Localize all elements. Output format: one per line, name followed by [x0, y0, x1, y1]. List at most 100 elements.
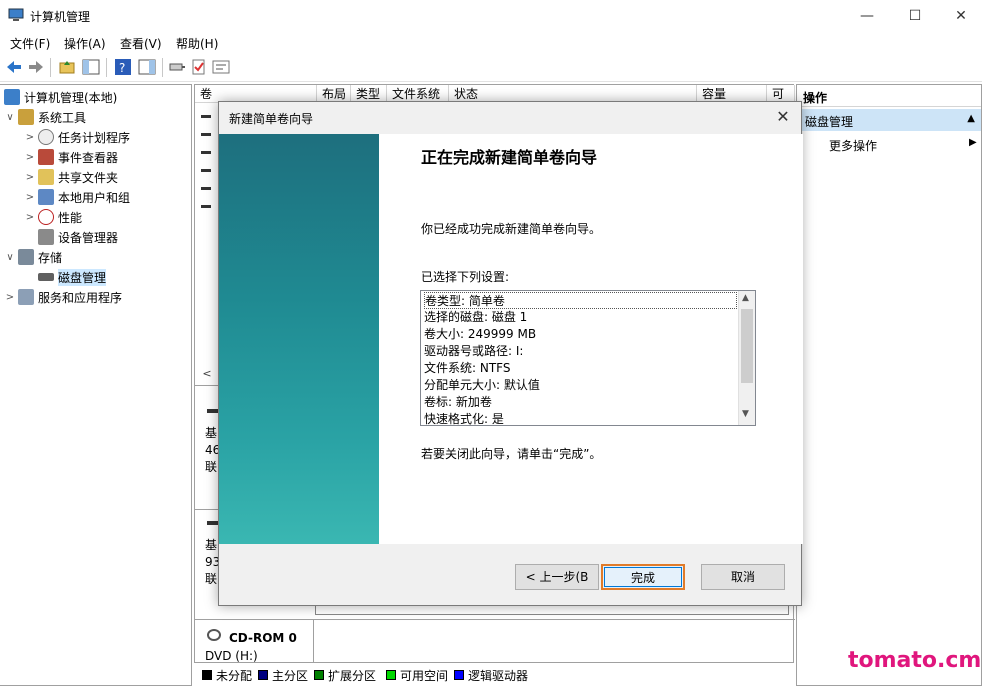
settings-scrollbar[interactable]: ▲ ▼: [738, 291, 755, 425]
chevron-right-icon[interactable]: ▶: [969, 137, 977, 148]
maximize-button[interactable]: ☐: [892, 0, 938, 31]
window-title: 计算机管理: [30, 10, 91, 24]
cancel-button[interactable]: 取消: [701, 564, 785, 590]
chevron-right-icon[interactable]: >: [24, 172, 36, 183]
connect-icon[interactable]: [168, 58, 186, 76]
cdrom-name: CD-ROM 0: [229, 631, 297, 645]
volume-row[interactable]: [201, 151, 211, 154]
settings-item: 卷标: 新加卷: [424, 395, 492, 409]
chevron-right-icon[interactable]: >: [4, 292, 16, 303]
legend-swatch-logical: [454, 670, 464, 680]
dialog-description: 你已经成功完成新建简单卷向导。: [421, 222, 602, 236]
users-icon: [38, 189, 54, 205]
tree-item-services-apps[interactable]: > 服务和应用程序: [4, 287, 122, 307]
settings-item: 卷类型: 简单卷: [424, 292, 737, 309]
volume-row[interactable]: [201, 205, 211, 208]
tree-item-performance[interactable]: > 性能: [24, 207, 82, 227]
partition-block[interactable]: [315, 605, 789, 615]
help-icon[interactable]: ?: [114, 58, 132, 76]
dialog-hint: 若要关闭此向导，请单击“完成”。: [421, 447, 602, 461]
menu-view[interactable]: 查看(V): [120, 35, 162, 52]
settings-item: 驱动器号或路径: I:: [424, 344, 524, 358]
computer-management-icon: [8, 8, 24, 21]
action-more-actions[interactable]: 更多操作: [829, 137, 877, 154]
dialog-close-icon[interactable]: ✕: [771, 105, 795, 129]
forward-arrow-icon[interactable]: [27, 58, 45, 76]
legend-label: 可用空间: [400, 669, 449, 683]
scroll-thumb[interactable]: [741, 309, 753, 383]
dialog-heading: 正在完成新建简单卷向导: [421, 148, 598, 167]
settings-label: 已选择下列设置:: [421, 270, 510, 284]
chevron-down-icon[interactable]: ∨: [4, 252, 16, 263]
performance-icon: [38, 209, 54, 225]
chevron-right-icon[interactable]: >: [24, 192, 36, 203]
svg-text:?: ?: [119, 61, 125, 75]
tools-icon: [18, 109, 34, 125]
up-folder-icon[interactable]: [58, 58, 76, 76]
minimize-button[interactable]: —: [844, 0, 890, 31]
check-icon[interactable]: [190, 58, 208, 76]
settings-list[interactable]: 卷类型: 简单卷 选择的磁盘: 磁盘 1 卷大小: 249999 MB 驱动器号…: [420, 290, 756, 426]
toolbar: ?: [0, 53, 982, 82]
finish-button[interactable]: 完成: [601, 564, 685, 590]
dialog-title: 新建简单卷向导: [229, 112, 314, 126]
settings-item: 快速格式化: 是: [424, 412, 504, 426]
legend-swatch-free: [386, 670, 396, 680]
legend-swatch-primary: [258, 670, 268, 680]
cdrom-icon: [207, 629, 221, 641]
properties-icon[interactable]: [212, 58, 230, 76]
legend-label: 主分区: [272, 669, 309, 683]
tree-item-storage[interactable]: ∨ 存储: [4, 247, 62, 267]
legend-swatch-extended: [314, 670, 324, 680]
tree-item-task-scheduler[interactable]: > 任务计划程序: [24, 127, 130, 147]
actions-section-disk-management[interactable]: 磁盘管理 ▲: [797, 109, 981, 131]
legend-label: 逻辑驱动器: [468, 669, 529, 683]
scroll-down-icon[interactable]: ▼: [742, 409, 749, 419]
show-hide-tree-icon[interactable]: [82, 58, 100, 76]
chevron-right-icon[interactable]: >: [24, 132, 36, 143]
new-simple-volume-wizard: 新建简单卷向导 ✕ 正在完成新建简单卷向导 你已经成功完成新建简单卷向导。 已选…: [218, 101, 803, 606]
close-button[interactable]: ✕: [938, 0, 982, 31]
clock-icon: [38, 129, 54, 145]
tree-item-local-users[interactable]: > 本地用户和组: [24, 187, 130, 207]
tree-item-computer-management[interactable]: 计算机管理(本地): [4, 87, 117, 107]
menu-file[interactable]: 文件(F): [10, 35, 50, 52]
cdrom-drive: DVD (H:): [205, 649, 258, 663]
services-icon: [18, 289, 34, 305]
volume-row[interactable]: [201, 169, 211, 172]
collapse-icon[interactable]: ▲: [967, 113, 975, 124]
volume-row[interactable]: [201, 133, 211, 136]
tree-item-disk-management[interactable]: 磁盘管理: [24, 267, 107, 287]
menu-bar: 文件(F) 操作(A) 查看(V) 帮助(H): [0, 31, 982, 53]
scroll-up-icon[interactable]: ▲: [742, 293, 749, 303]
actions-pane: 操作 磁盘管理 ▲ 更多操作 ▶: [796, 84, 982, 686]
computer-icon: [4, 89, 20, 105]
back-button[interactable]: < 上一步(B: [515, 564, 599, 590]
scroll-left-icon[interactable]: <: [195, 367, 219, 383]
legend-swatch-unallocated: [202, 670, 212, 680]
tree-item-event-viewer[interactable]: > 事件查看器: [24, 147, 118, 167]
chevron-right-icon[interactable]: >: [24, 152, 36, 163]
dialog-content: 正在完成新建简单卷向导 你已经成功完成新建简单卷向导。 已选择下列设置: 卷类型…: [219, 134, 803, 544]
actions-header: 操作: [797, 85, 981, 107]
settings-item: 分配单元大小: 默认值: [424, 378, 540, 392]
volume-row[interactable]: [201, 115, 211, 118]
volume-row[interactable]: [201, 187, 211, 190]
wizard-banner: [219, 134, 379, 544]
chevron-right-icon[interactable]: >: [24, 212, 36, 223]
chevron-down-icon[interactable]: ∨: [4, 112, 16, 123]
tree-item-device-manager[interactable]: 设备管理器: [24, 227, 118, 247]
show-action-pane-icon[interactable]: [138, 58, 156, 76]
legend-label: 未分配: [216, 669, 253, 683]
menu-help[interactable]: 帮助(H): [176, 35, 218, 52]
disk-icon: [38, 273, 54, 281]
tree-item-system-tools[interactable]: ∨ 系统工具: [4, 107, 86, 127]
title-bar: 计算机管理 — ☐ ✕: [0, 0, 982, 31]
back-arrow-icon[interactable]: [5, 58, 23, 76]
navigation-tree: 计算机管理(本地) ∨ 系统工具 > 任务计划程序 > 事件查看器 > 共享文件夹 > 本…: [0, 84, 192, 686]
legend-bar: 未分配 主分区 扩展分区 可用空间 逻辑驱动器: [194, 662, 794, 686]
settings-item: 选择的磁盘: 磁盘 1: [424, 310, 528, 324]
storage-icon: [18, 249, 34, 265]
menu-action[interactable]: 操作(A): [64, 35, 106, 52]
tree-item-shared-folders[interactable]: > 共享文件夹: [24, 167, 118, 187]
